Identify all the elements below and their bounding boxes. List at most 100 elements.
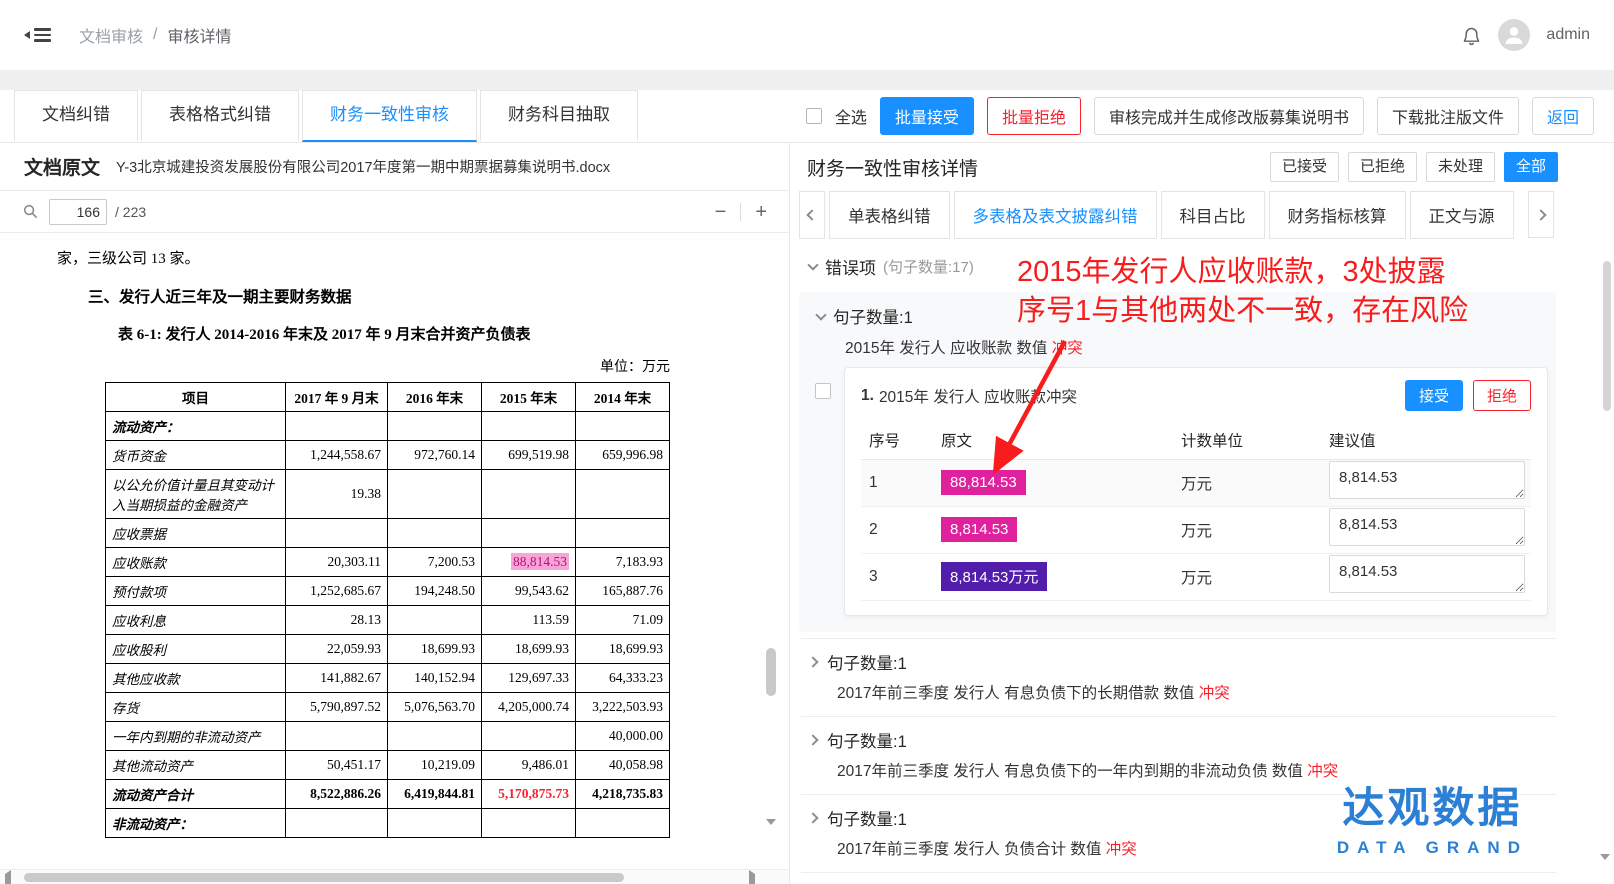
toolbar-tab[interactable]: 文档纠错	[14, 90, 138, 142]
review-tab[interactable]: 正文与源	[1410, 191, 1514, 239]
doc-cell	[286, 722, 388, 751]
document-page: 家，三级公司 13 家。 三、发行人近三年及一期主要财务数据 表 6-1: 发行…	[0, 233, 789, 864]
doc-row-label: 货币资金	[106, 441, 286, 470]
doc-table-row: 预付款项1,252,685.67194,248.5099,543.62165,8…	[106, 577, 670, 606]
download-annotated-button[interactable]: 下载批注版文件	[1377, 97, 1519, 135]
doc-cell	[286, 519, 388, 548]
toolbar-tab[interactable]: 财务科目抽取	[480, 90, 638, 142]
suggestion-input[interactable]	[1329, 461, 1525, 499]
expanded-group-header[interactable]: 句子数量:1	[807, 299, 1548, 331]
collapsed-item-header[interactable]: 句子数量:1	[809, 650, 1550, 674]
doc-cell: 71.09	[576, 606, 670, 635]
scroll-right-arrow[interactable]	[749, 874, 755, 884]
zoom-divider	[740, 203, 741, 221]
conflict-detail-table: 序号原文计数单位建议值 188,814.53万元28,814.53万元38,81…	[861, 421, 1531, 601]
error-card-row: 1. 2015年 发行人 应收账款 冲突 接受 拒绝 序号原文计数单位建议值 1	[815, 367, 1548, 616]
tabs-scroll-right-button[interactable]	[1528, 191, 1554, 238]
detail-suggestion-cell	[1321, 459, 1531, 506]
doc-table-head-row: 项目2017 年 9 月末2016 年末2015 年末2014 年末	[106, 383, 670, 412]
batch-reject-button[interactable]: 批量拒绝	[987, 97, 1081, 135]
reject-button[interactable]: 拒绝	[1473, 380, 1531, 411]
filter-button[interactable]: 全部	[1504, 152, 1558, 182]
document-vertical-scrollbar-thumb[interactable]	[766, 648, 776, 696]
document-filename: Y-3北京城建投资发展股份有限公司2017年度第一期中期票据募集说明书.docx	[116, 156, 610, 177]
zoom-controls: − +	[715, 202, 767, 222]
detail-no-cell: 3	[861, 553, 933, 600]
doc-row-label: 流动资产：	[106, 412, 286, 441]
error-section-count: (句子数量:17)	[883, 256, 974, 277]
highlighted-value[interactable]: 88,814.53	[511, 553, 569, 570]
review-tab[interactable]: 科目占比	[1161, 191, 1265, 239]
detail-row: 28,814.53万元	[861, 506, 1531, 553]
doc-cell: 99,543.62	[482, 577, 576, 606]
doc-cell: 18,699.93	[388, 635, 482, 664]
review-tab[interactable]: 单表格纠错	[829, 191, 950, 239]
conflict-tag: 冲突	[1052, 340, 1083, 357]
doc-row-label: 应收票据	[106, 519, 286, 548]
doc-cell: 972,760.14	[388, 441, 482, 470]
doc-table-row: 一年内到期的非流动资产40,000.00	[106, 722, 670, 751]
detail-original-cell: 8,814.53	[933, 506, 1173, 553]
filter-button[interactable]: 已拒绝	[1348, 152, 1417, 182]
collapsed-item-header[interactable]: 句子数量:1	[809, 728, 1550, 752]
breadcrumb-root[interactable]: 文档审核	[79, 23, 143, 47]
zoom-out-button[interactable]: −	[715, 202, 727, 222]
review-vertical-scrollbar-thumb[interactable]	[1603, 261, 1611, 411]
doc-row-label: 其他应收款	[106, 664, 286, 693]
original-value-chip[interactable]: 8,814.53	[941, 517, 1017, 542]
error-section-label: 错误项	[825, 254, 876, 279]
error-section-header[interactable]: 错误项 (句子数量:17)	[809, 254, 1614, 279]
toolbar-tab[interactable]: 财务一致性审核	[302, 90, 477, 142]
error-item-checkbox[interactable]	[815, 383, 831, 399]
suggestion-input[interactable]	[1329, 508, 1525, 546]
error-card-buttons: 接受 拒绝	[1405, 380, 1531, 411]
error-card-title: 2015年 发行人 应收账款	[879, 385, 1046, 407]
document-toolbar: / 223 − +	[0, 191, 789, 233]
zoom-in-button[interactable]: +	[755, 202, 767, 222]
toolbar-tab[interactable]: 表格格式纠错	[141, 90, 299, 142]
document-horizontal-scrollbar-thumb[interactable]	[24, 873, 624, 882]
document-scroll-down-arrow[interactable]	[766, 825, 776, 843]
error-detail-card: 1. 2015年 发行人 应收账款 冲突 接受 拒绝 序号原文计数单位建议值 1	[844, 367, 1548, 616]
document-unit-note: 单位：万元	[105, 356, 670, 376]
doc-cell: 40,058.98	[576, 751, 670, 780]
document-horizontal-scrollbar[interactable]	[0, 869, 789, 884]
collapsed-error-item[interactable]: 句子数量:12017年前三季度 发行人 有息负债下的长期借款 数值 冲突	[801, 639, 1556, 717]
original-value-chip[interactable]: 8,814.53万元	[941, 562, 1047, 591]
doc-table-header-cell: 2014 年末	[576, 383, 670, 412]
sentence-count-label: 句子数量:1	[827, 650, 907, 674]
review-scroll-down-arrow[interactable]	[1600, 860, 1610, 878]
filter-button[interactable]: 未处理	[1426, 152, 1495, 182]
user-avatar[interactable]	[1498, 19, 1530, 51]
menu-arrow-icon	[24, 31, 30, 39]
suggestion-input[interactable]	[1329, 555, 1525, 593]
select-all-checkbox[interactable]	[806, 108, 822, 124]
batch-accept-button[interactable]: 批量接受	[880, 97, 974, 135]
menu-fold-icon[interactable]	[24, 25, 51, 45]
top-header: 文档审核 / 审核详情 admin	[0, 0, 1614, 70]
accept-button[interactable]: 接受	[1405, 380, 1463, 411]
back-button[interactable]: 返回	[1532, 97, 1594, 135]
doc-cell: 165,887.76	[576, 577, 670, 606]
document-panel-title: 文档原文	[24, 153, 100, 180]
filter-button[interactable]: 已接受	[1270, 152, 1339, 182]
original-value-chip[interactable]: 88,814.53	[941, 470, 1026, 495]
review-tab[interactable]: 多表格及表文披露纠错	[954, 191, 1157, 239]
doc-cell	[388, 722, 482, 751]
doc-table-header-cell: 项目	[106, 383, 286, 412]
magnifier-icon[interactable]	[22, 203, 39, 220]
review-tab[interactable]: 财务指标核算	[1269, 191, 1406, 239]
page-number-input[interactable]	[49, 199, 107, 225]
scroll-left-arrow[interactable]	[5, 874, 11, 884]
review-panel-title: 财务一致性审核详情	[807, 154, 978, 181]
doc-cell: 50,451.17	[286, 751, 388, 780]
doc-cell	[482, 722, 576, 751]
doc-cell: 19.38	[286, 470, 388, 519]
notification-bell-icon[interactable]	[1461, 24, 1482, 47]
finish-generate-button[interactable]: 审核完成并生成修改版募集说明书	[1094, 97, 1364, 135]
page-total-label: / 223	[115, 204, 146, 220]
doc-cell: 18,699.93	[576, 635, 670, 664]
tabs-scroll-left-button[interactable]	[799, 191, 825, 239]
doc-cell: 5,170,875.73	[482, 780, 576, 809]
detail-unit-cell: 万元	[1173, 459, 1321, 506]
